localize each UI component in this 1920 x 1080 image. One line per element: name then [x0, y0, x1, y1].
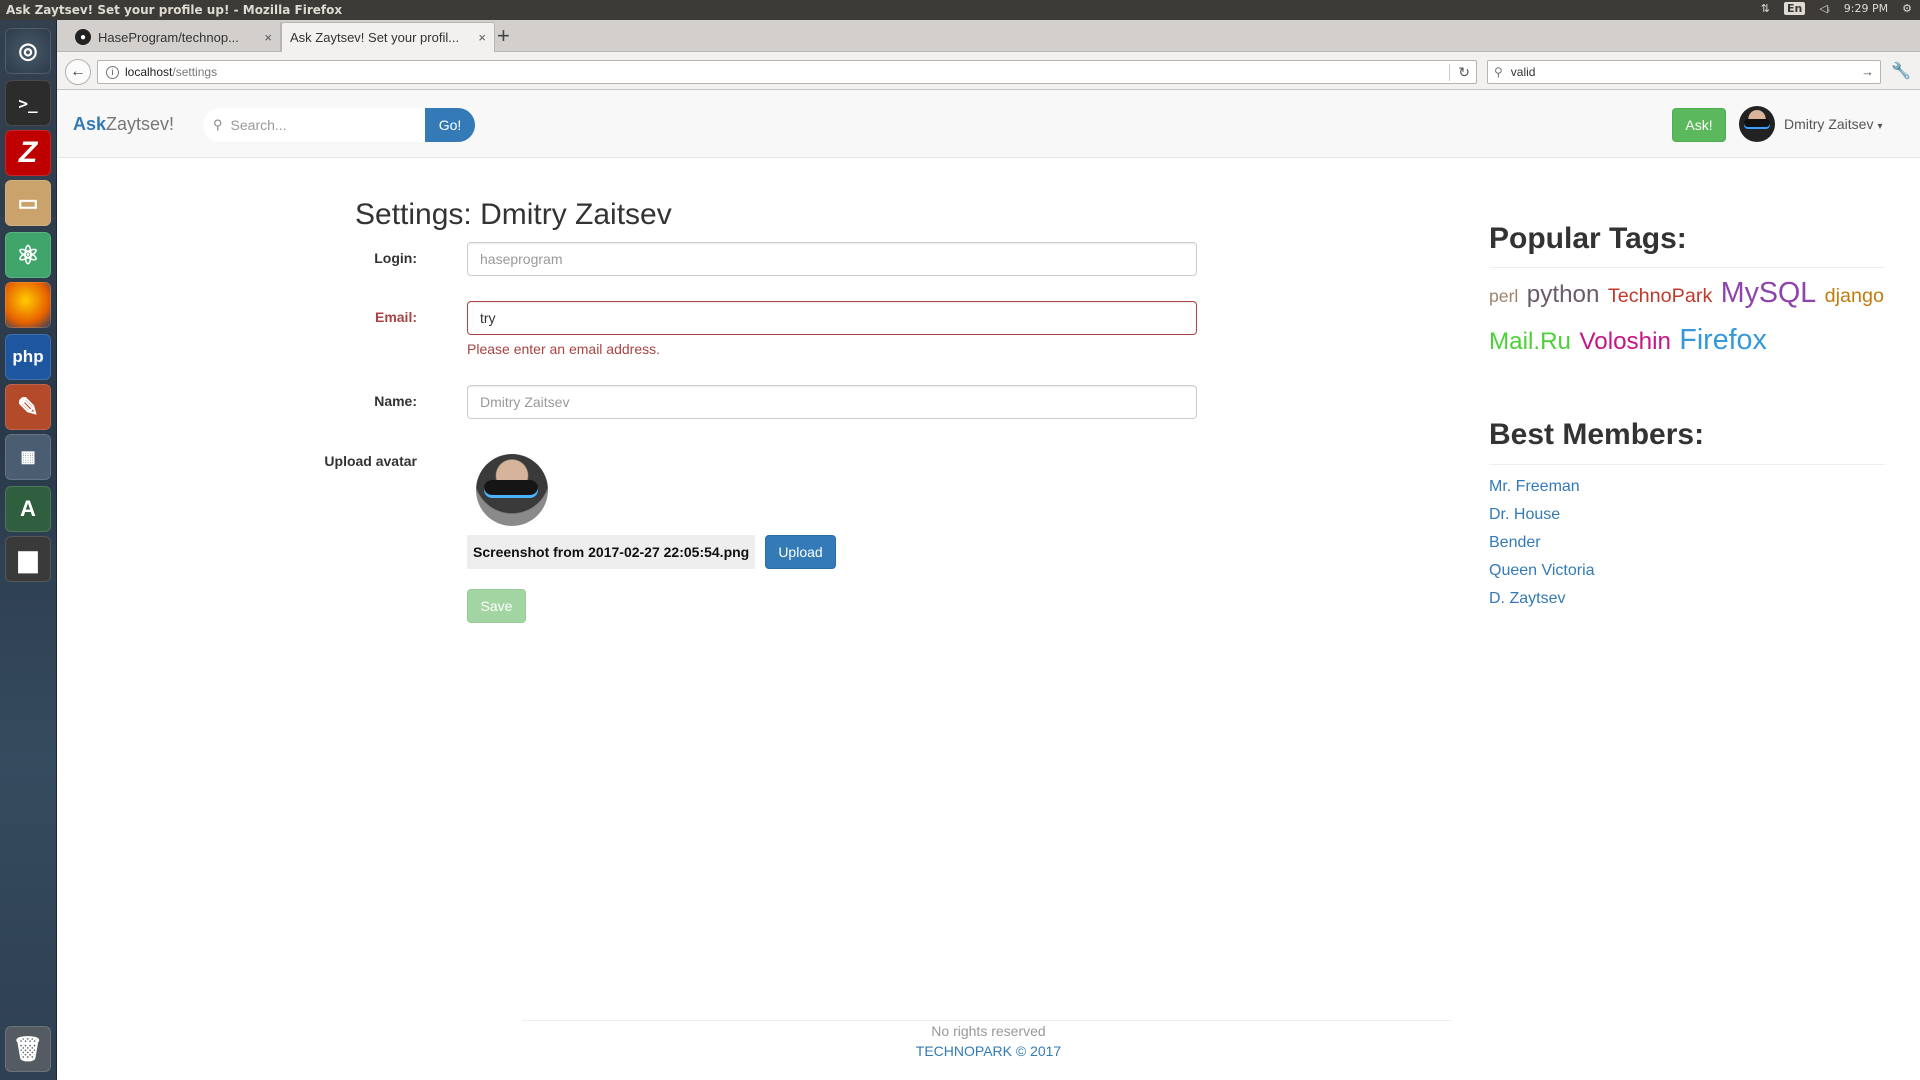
search-icon: ⚲ [1494, 65, 1503, 79]
site-brand[interactable]: AskZaytsev! [73, 114, 174, 135]
close-tab-icon[interactable]: × [264, 30, 272, 45]
go-button[interactable]: Go! [425, 108, 475, 142]
software-updater-icon[interactable]: A [5, 486, 51, 532]
user-menu[interactable]: Dmitry Zaitsev ▾ [1784, 116, 1882, 132]
settings-icon[interactable]: ⚙ [1902, 2, 1912, 15]
popular-tags-heading: Popular Tags: [1489, 222, 1687, 255]
member-link[interactable]: Bender [1489, 529, 1595, 557]
divider [1489, 464, 1885, 465]
site-info-icon[interactable]: i [106, 65, 119, 79]
user-name: Dmitry Zaitsev [1784, 116, 1874, 132]
site-search-input[interactable]: ⚲ Search... [203, 108, 425, 142]
tag-link[interactable]: TechnoPark [1608, 285, 1712, 307]
url-path: /settings [172, 65, 218, 79]
brand-rest: Zaytsev! [106, 114, 175, 134]
workspaces-icon[interactable]: ▦ [5, 434, 51, 480]
name-value: Dmitry Zaitsev [480, 394, 570, 410]
tab-settings[interactable]: Ask Zaytsev! Set your profil... × [281, 22, 495, 52]
tag-link[interactable]: django [1825, 285, 1884, 307]
footer-divider [522, 1020, 1452, 1021]
brand-ask: Ask [73, 114, 107, 134]
trash-icon[interactable]: 🗑 [5, 1026, 51, 1072]
name-label: Name: [374, 393, 417, 409]
name-field[interactable]: Dmitry Zaitsev [467, 385, 1197, 419]
network-icon[interactable]: ⇅ [1761, 2, 1770, 15]
tab-github[interactable]: ● HaseProgram/technop... × [67, 22, 281, 52]
back-button[interactable]: ← [65, 59, 91, 85]
system-settings-icon[interactable]: ✎ [5, 384, 51, 430]
member-link[interactable]: D. Zaytsev [1489, 585, 1595, 613]
member-link[interactable]: Mr. Freeman [1489, 473, 1595, 501]
site-navbar: AskZaytsev! ⚲ Search... Go! Ask! Dmitry … [57, 90, 1920, 158]
email-error-message: Please enter an email address. [467, 341, 660, 357]
site-search-placeholder: Search... [230, 117, 287, 133]
login-label: Login: [374, 250, 417, 266]
clock[interactable]: 9:29 PM [1844, 2, 1888, 15]
best-members-heading: Best Members: [1489, 418, 1705, 451]
web-page: AskZaytsev! ⚲ Search... Go! Ask! Dmitry … [57, 90, 1920, 1080]
filezilla-icon[interactable]: Z [5, 130, 51, 176]
tag-link[interactable]: perl [1489, 286, 1518, 306]
login-value: haseprogram [480, 251, 563, 267]
footer-rights: No rights reserved [931, 1023, 1046, 1039]
login-field[interactable]: haseprogram [467, 242, 1197, 276]
member-link[interactable]: Dr. House [1489, 501, 1595, 529]
page-title: Settings: Dmitry Zaitsev [355, 198, 672, 231]
upload-button[interactable]: Upload [765, 535, 836, 569]
system-tray: ⇅ En ◁ᵢ 9:29 PM ⚙ [1761, 2, 1912, 15]
reload-icon[interactable]: ↻ [1449, 64, 1470, 81]
browser-tab-bar: ● HaseProgram/technop... × Ask Zaytsev! … [57, 20, 1920, 52]
close-tab-icon[interactable]: × [478, 30, 486, 45]
files-icon[interactable]: ▭ [5, 180, 51, 226]
browser-toolbar: ← i localhost/settings ↻ ⚲ valid → 🔧 ☰ [57, 52, 1920, 90]
app-launcher: ◎ >_ Z ▭ ⚛ php ✎ ▦ A ▆ 🗑 [0, 20, 57, 1080]
search-icon: ⚲ [213, 117, 223, 132]
members-list: Mr. Freeman Dr. House Bender Queen Victo… [1489, 473, 1595, 613]
wrench-icon[interactable]: 🔧 [1891, 61, 1911, 81]
tag-link[interactable]: Voloshin [1579, 328, 1670, 355]
tab-label: HaseProgram/technop... [98, 29, 239, 45]
tag-cloud: perl python TechnoPark MySQL django Mail… [1489, 272, 1889, 366]
phpstorm-icon[interactable]: php [5, 334, 51, 380]
ask-button[interactable]: Ask! [1672, 108, 1726, 142]
keyboard-language-indicator[interactable]: En [1784, 2, 1806, 15]
ubuntu-dash-icon[interactable]: ◎ [5, 28, 51, 74]
window-title: Ask Zaytsev! Set your profile up! - Mozi… [6, 3, 343, 17]
email-field[interactable]: try [467, 301, 1197, 335]
firefox-icon[interactable] [5, 282, 51, 328]
tab-label: Ask Zaytsev! Set your profil... [290, 30, 460, 45]
member-link[interactable]: Queen Victoria [1489, 557, 1595, 585]
search-go-icon[interactable]: → [1861, 64, 1874, 79]
tag-link[interactable]: Firefox [1679, 324, 1766, 356]
volume-icon[interactable]: ◁ᵢ [1819, 2, 1829, 15]
email-label: Email: [374, 309, 417, 325]
atom-editor-icon[interactable]: ⚛ [5, 232, 51, 278]
url-host: localhost [125, 65, 173, 79]
email-value: try [480, 310, 496, 326]
footer-copyright[interactable]: TECHNOPARK © 2017 [57, 1043, 1920, 1059]
url-bar[interactable]: i localhost/settings ↻ [97, 60, 1477, 84]
browser-search-value: valid [1510, 65, 1536, 79]
terminal-icon[interactable]: >_ [5, 80, 51, 126]
avatar-preview [476, 454, 548, 526]
divider [1489, 267, 1885, 268]
disk-icon[interactable]: ▆ [5, 536, 51, 582]
chevron-down-icon: ▾ [1877, 121, 1883, 132]
tag-link[interactable]: MySQL [1721, 277, 1816, 309]
os-top-bar: Ask Zaytsev! Set your profile up! - Mozi… [0, 0, 1920, 20]
github-icon: ● [75, 29, 91, 45]
tag-link[interactable]: Mail.Ru [1489, 328, 1571, 355]
tag-link[interactable]: python [1527, 281, 1600, 308]
upload-avatar-label: Upload avatar [324, 453, 417, 469]
save-button[interactable]: Save [467, 589, 526, 623]
browser-search-input[interactable]: ⚲ valid → [1487, 60, 1881, 84]
file-chooser[interactable]: Screenshot from 2017-02-27 22:05:54.png [467, 535, 756, 569]
new-tab-button[interactable]: + [497, 24, 510, 48]
avatar[interactable] [1739, 106, 1775, 142]
